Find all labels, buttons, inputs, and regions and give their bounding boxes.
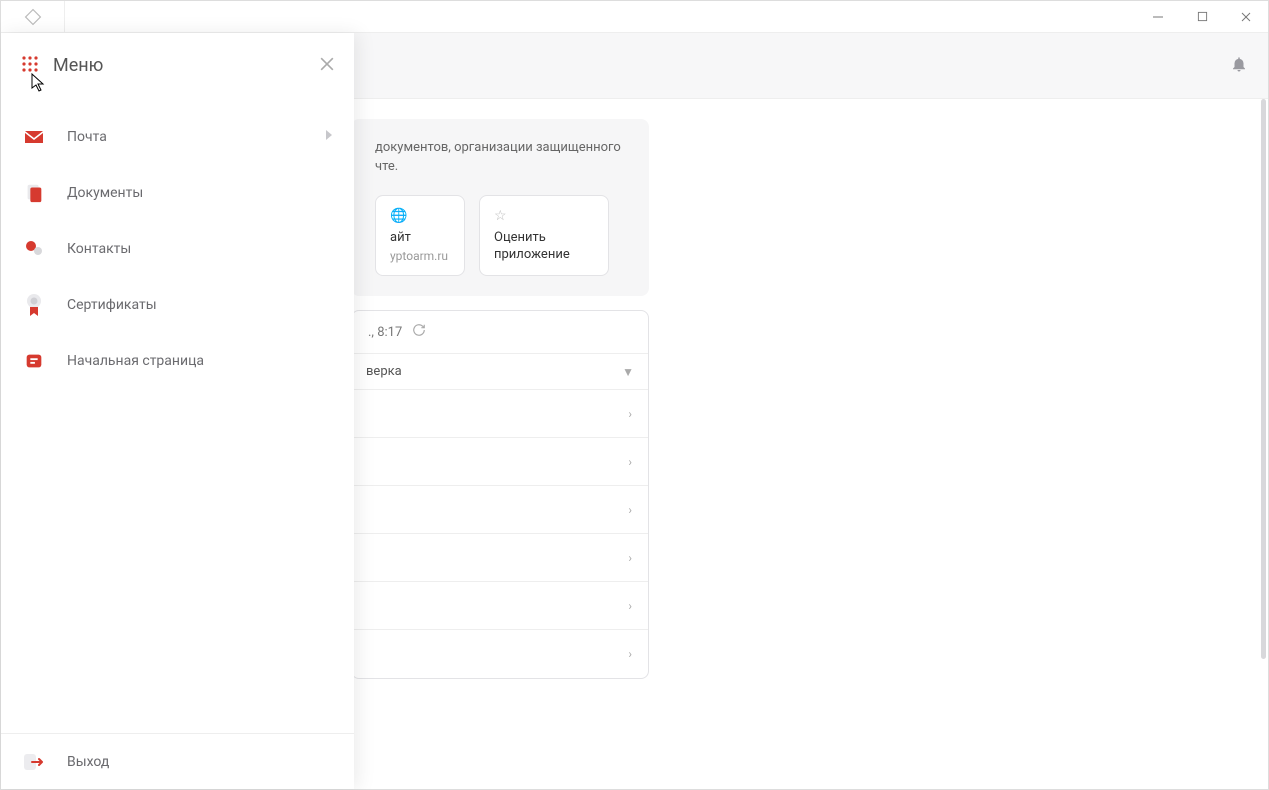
menu-item-label: Выход [67,754,109,770]
tiles-row: 🌐 айт yptoarm.ru ☆ Оценить приложение [375,195,631,277]
tile-sub: yptoarm.ru [390,249,450,263]
list-item[interactable]: › [352,438,648,486]
menu-item-label: Сертификаты [67,297,157,313]
close-icon[interactable] [320,57,334,75]
list-item[interactable]: › [352,534,648,582]
menu-item-home[interactable]: Начальная страница [1,333,354,389]
menu-item-documents[interactable]: Документы [1,165,354,221]
exit-icon [21,749,47,775]
menu-item-label: Почта [67,129,107,145]
menu-item-contacts[interactable]: Контакты [1,221,354,277]
drawer-list: Почта Документы Контакты [1,99,354,733]
app-logo-icon [1,1,65,33]
list-item[interactable]: › [352,630,648,678]
window-controls [1136,1,1268,33]
menu-item-mail[interactable]: Почта [1,109,354,165]
documents-icon [21,180,47,206]
notifications-icon[interactable] [1230,55,1248,77]
list-item[interactable]: › [352,390,648,438]
list-item[interactable]: › [352,486,648,534]
list-item[interactable]: › [352,582,648,630]
info-card: документов, организации защищенного чте.… [351,119,649,296]
chevron-right-icon: › [628,407,632,421]
scrollbar[interactable] [1261,99,1266,659]
minimize-button[interactable] [1136,1,1180,33]
titlebar [1,1,1268,33]
menu-item-label: Документы [67,185,143,201]
star-icon: ☆ [494,208,594,224]
drawer-title: Меню [53,55,103,76]
globe-icon: 🌐 [390,208,450,224]
menu-item-label: Начальная страница [67,353,204,369]
select-dropdown[interactable]: верка ▼ [352,354,648,390]
list-card-header: ., 8:17 [352,311,648,354]
menu-dots-icon [21,55,39,77]
menu-drawer: Меню Почта Документы [1,33,354,789]
tile-label: айт [390,230,450,247]
menu-item-exit[interactable]: Выход [1,733,354,789]
app-window: документов, организации защищенного чте.… [0,0,1269,790]
drawer-title-group: Меню [21,55,103,77]
timestamp-text: ., 8:17 [368,325,402,340]
select-value: верка [366,364,402,379]
close-window-button[interactable] [1224,1,1268,33]
home-icon [21,348,47,374]
tile-site[interactable]: 🌐 айт yptoarm.ru [375,195,465,277]
chevron-right-icon: › [628,455,632,469]
certificate-icon [21,292,47,318]
refresh-icon[interactable] [412,323,426,341]
contacts-icon [21,236,47,262]
menu-item-label: Контакты [67,241,131,257]
chevron-down-icon: ▼ [622,365,634,379]
chevron-right-icon: › [628,647,632,661]
tile-rate[interactable]: ☆ Оценить приложение [479,195,609,277]
list-card: ., 8:17 верка ▼ › › › › › › [351,310,649,679]
chevron-right-icon [324,129,334,145]
maximize-button[interactable] [1180,1,1224,33]
mail-icon [21,124,47,150]
info-text: документов, организации защищенного чте. [375,139,631,177]
chevron-right-icon: › [628,551,632,565]
drawer-header: Меню [1,33,354,99]
chevron-right-icon: › [628,503,632,517]
chevron-right-icon: › [628,599,632,613]
tile-label: Оценить приложение [494,230,594,264]
menu-item-certificates[interactable]: Сертификаты [1,277,354,333]
